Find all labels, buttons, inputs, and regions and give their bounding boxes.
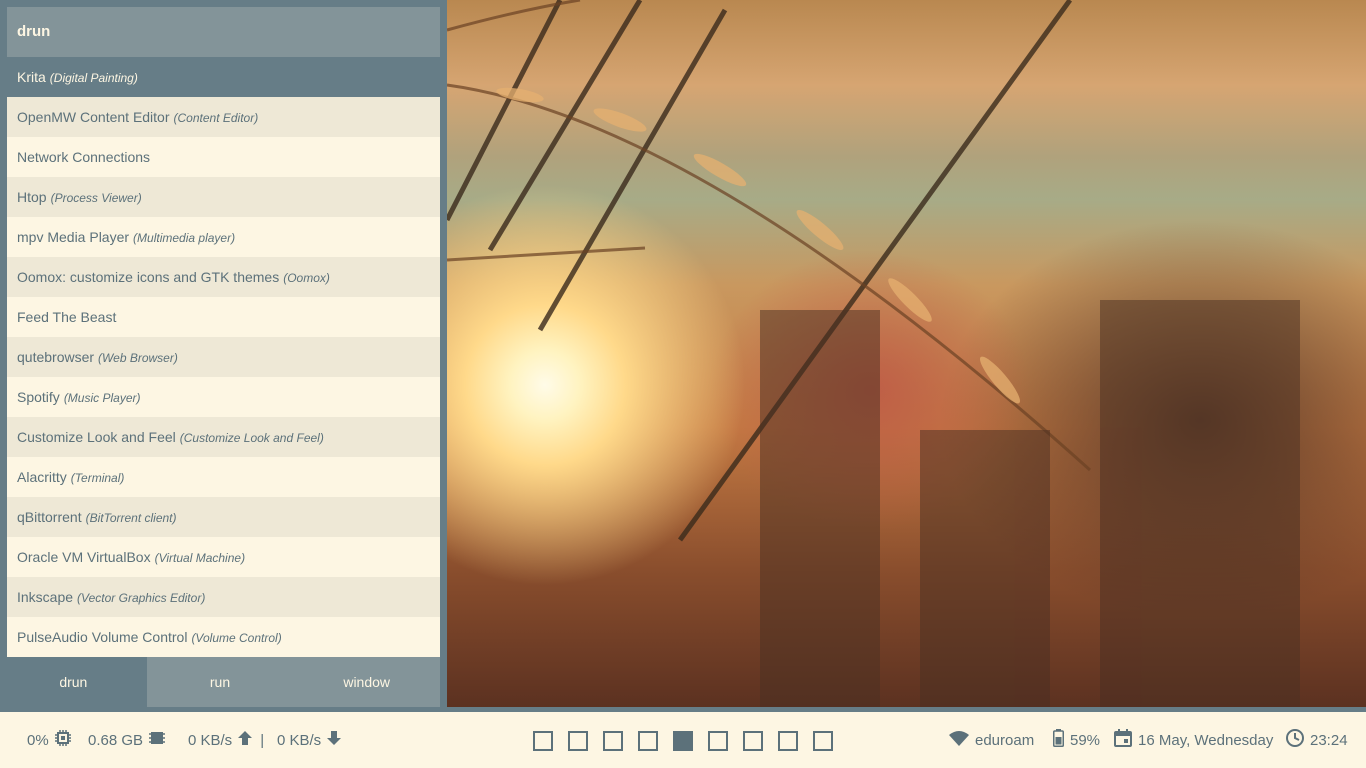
launcher-entry-generic-name: (Terminal)	[70, 471, 125, 485]
download-module: 0 KB/s	[277, 712, 342, 768]
battery-module: 59%	[1053, 712, 1100, 768]
workspace-button-7[interactable]	[743, 731, 763, 751]
launcher-entry[interactable]: Oomox: customize icons and GTK themes (Oo…	[7, 257, 440, 297]
launcher-entry[interactable]: Network Connections	[7, 137, 440, 177]
launcher-entry[interactable]: Htop (Process Viewer)	[7, 177, 440, 217]
launcher-entry-generic-name: (Volume Control)	[191, 631, 282, 645]
launcher-entry-name: Htop	[17, 189, 47, 205]
mode-tab-window[interactable]: window	[293, 657, 441, 707]
cpu-usage: 0%	[27, 731, 49, 749]
launcher-entry-name: PulseAudio Volume Control	[17, 629, 188, 645]
status-bar: 0% 0.68 GB 0 KB/s | 0 KB/s eduroam 59% 1…	[0, 712, 1366, 768]
calendar-icon	[1114, 729, 1132, 751]
launcher-entry-generic-name: (Music Player)	[63, 391, 141, 405]
workspace-button-9[interactable]	[813, 731, 833, 751]
workspace-button-4[interactable]	[638, 731, 658, 751]
launcher-entry-name: Inkscape	[17, 589, 74, 605]
launcher-entry-generic-name: (Web Browser)	[98, 351, 178, 365]
launcher-entry[interactable]: qutebrowser (Web Browser)	[7, 337, 440, 377]
mode-tab-run[interactable]: run	[146, 657, 294, 707]
launcher-entry-name: OpenMW Content Editor	[17, 109, 170, 125]
launcher-entry-name: Spotify	[17, 389, 60, 405]
launcher-entry[interactable]: mpv Media Player (Multimedia player)	[7, 217, 440, 257]
workspace-switcher	[533, 731, 833, 751]
current-date: 16 May, Wednesday	[1138, 731, 1274, 749]
net-separator: |	[260, 731, 265, 749]
launcher-entry-generic-name: (Multimedia player)	[133, 231, 236, 245]
launcher-entry-name: Customize Look and Feel	[17, 429, 176, 445]
launcher-entry-list: Krita (Digital Painting) OpenMW Content Ed…	[7, 57, 440, 657]
launcher-mode-switcher: drun run window	[0, 657, 441, 707]
launcher-entry[interactable]: Alacritty (Terminal)	[7, 457, 440, 497]
launcher-entry-generic-name: (Process Viewer)	[50, 191, 142, 205]
launcher-entry-generic-name: (BitTorrent client)	[85, 511, 177, 525]
cpu-module: 0%	[27, 712, 71, 768]
memory-icon	[149, 730, 166, 750]
launcher-entry[interactable]: Customize Look and Feel (Customize Look a…	[7, 417, 440, 457]
memory-module: 0.68 GB	[88, 712, 166, 768]
launcher-entry[interactable]: Oracle VM VirtualBox (Virtual Machine)	[7, 537, 440, 577]
date-module: 16 May, Wednesday	[1114, 712, 1273, 768]
arrow-down-icon	[327, 730, 342, 750]
launcher-entry-name: Oracle VM VirtualBox	[17, 549, 151, 565]
upload-module: 0 KB/s |	[188, 712, 264, 768]
mode-tab-drun[interactable]: drun	[0, 657, 147, 707]
launcher-entry[interactable]: Feed The Beast	[7, 297, 440, 337]
launcher-entry[interactable]: Spotify (Music Player)	[7, 377, 440, 417]
launcher-entry-name: qBittorrent	[17, 509, 82, 525]
launcher-entry-name: qutebrowser	[17, 349, 95, 365]
launcher-entry-generic-name: (Customize Look and Feel)	[179, 431, 324, 445]
launcher-entry[interactable]: OpenMW Content Editor (Content Editor)	[7, 97, 440, 137]
cpu-icon	[54, 730, 71, 750]
wifi-network: eduroam	[975, 731, 1035, 749]
launcher-entry[interactable]: qBittorrent (BitTorrent client)	[7, 497, 440, 537]
workspace-button-1[interactable]	[533, 731, 553, 751]
arrow-up-icon	[238, 730, 253, 750]
launcher-entry-name: Krita	[17, 69, 46, 85]
download-speed: 0 KB/s	[277, 731, 322, 749]
battery-level: 59%	[1070, 731, 1101, 749]
launcher-entry-name: Network Connections	[17, 149, 151, 165]
launcher-entry[interactable]: Krita (Digital Painting)	[7, 57, 440, 97]
clock-icon	[1286, 729, 1304, 751]
memory-usage: 0.68 GB	[88, 731, 144, 749]
workspace-button-8[interactable]	[778, 731, 798, 751]
clock-module: 23:24	[1286, 712, 1348, 768]
wifi-module: eduroam	[949, 712, 1034, 768]
launcher-entry[interactable]: Inkscape (Vector Graphics Editor)	[7, 577, 440, 617]
launcher-entry-name: mpv Media Player	[17, 229, 130, 245]
launcher-entry-generic-name: (Oomox)	[283, 271, 330, 285]
workspace-button-5[interactable]	[673, 731, 693, 751]
workspace-button-6[interactable]	[708, 731, 728, 751]
battery-icon	[1053, 729, 1064, 751]
launcher-entry[interactable]: PulseAudio Volume Control (Volume Control…	[7, 617, 440, 657]
wifi-icon	[949, 730, 969, 750]
launcher-entry-generic-name: (Vector Graphics Editor)	[77, 591, 206, 605]
upload-speed: 0 KB/s	[188, 731, 233, 749]
launcher-entry-generic-name: (Digital Painting)	[49, 71, 138, 85]
launcher-entry-name: Alacritty	[17, 469, 67, 485]
app-launcher: drun Krita (Digital Painting) OpenMW Conte…	[0, 0, 447, 707]
launcher-prompt[interactable]: drun	[7, 7, 440, 57]
launcher-entry-name: Oomox: customize icons and GTK themes	[17, 269, 280, 285]
launcher-entry-name: Feed The Beast	[17, 309, 117, 325]
workspace-button-2[interactable]	[568, 731, 588, 751]
launcher-entry-generic-name: (Content Editor)	[173, 111, 259, 125]
launcher-entry-generic-name: (Virtual Machine)	[154, 551, 246, 565]
current-time: 23:24	[1310, 731, 1348, 749]
workspace-button-3[interactable]	[603, 731, 623, 751]
